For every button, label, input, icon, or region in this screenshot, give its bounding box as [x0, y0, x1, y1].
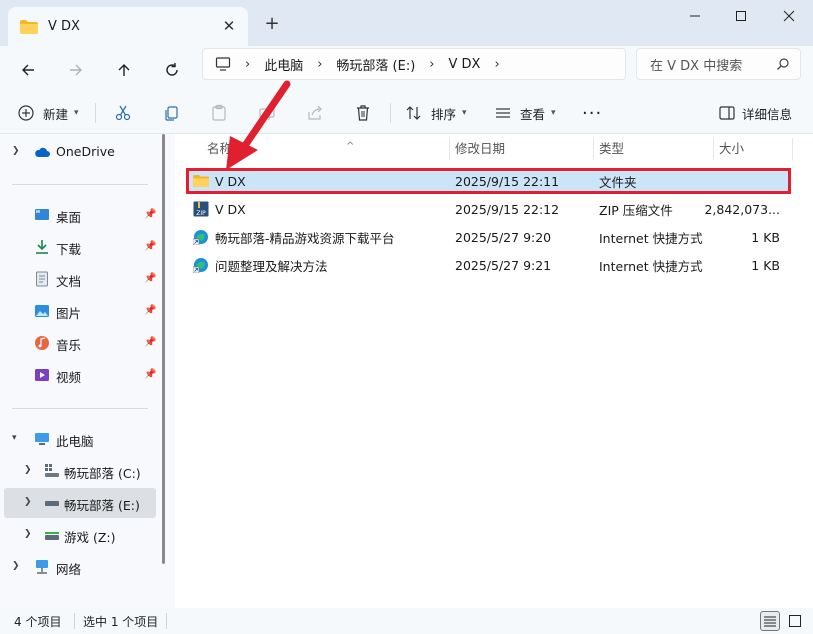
details-view-icon [764, 616, 776, 627]
tiles-view-icon [789, 615, 801, 627]
item-count: 4 个项目 [14, 615, 62, 629]
selected-count: 选中 1 个项目 [83, 615, 159, 629]
annotation-arrow [226, 80, 291, 170]
divider [166, 613, 167, 629]
details-view-button[interactable] [760, 611, 780, 631]
tiles-view-button[interactable] [785, 611, 805, 631]
status-bar: 4 个项目 选中 1 个项目 [0, 608, 813, 634]
divider [74, 613, 75, 629]
